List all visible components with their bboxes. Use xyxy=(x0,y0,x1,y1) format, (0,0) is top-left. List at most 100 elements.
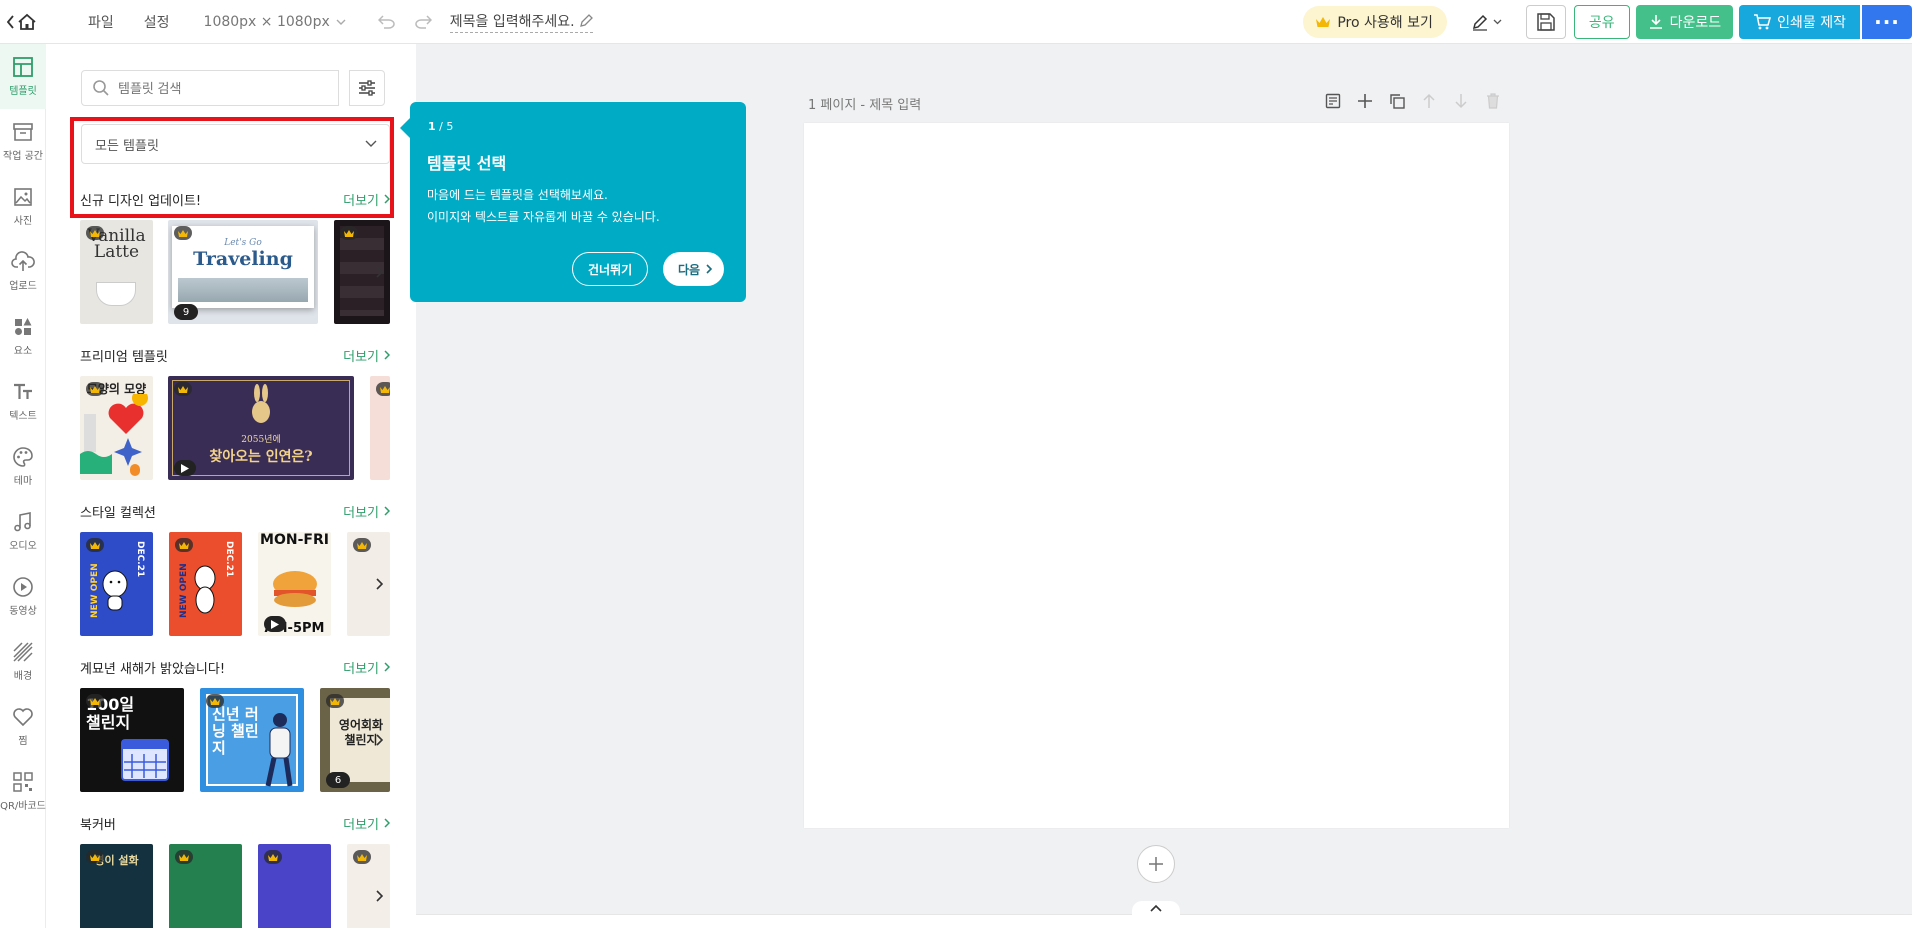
scroll-next-button[interactable] xyxy=(368,882,390,910)
see-more-link[interactable]: 더보기 xyxy=(343,658,390,677)
duplicate-page-button[interactable] xyxy=(1386,90,1408,112)
template-search-input[interactable] xyxy=(118,80,318,96)
pro-trial-button[interactable]: Pro 사용해 보기 xyxy=(1303,6,1447,38)
see-more-link[interactable]: 더보기 xyxy=(343,502,390,521)
chevron-down-icon xyxy=(365,140,377,147)
rail-item-elements[interactable]: 요소 xyxy=(0,304,46,369)
thumbnail-row: Vanilla Latte Let's Go Traveling 9 xyxy=(80,220,390,324)
rail-item-audio[interactable]: 오디오 xyxy=(0,499,46,564)
rail-item-background[interactable]: 배경 xyxy=(0,629,46,694)
rail-item-workspace[interactable]: 작업 공간 xyxy=(0,109,46,174)
character-graphic xyxy=(194,565,216,614)
scroll-next-button[interactable] xyxy=(368,726,390,754)
template-search-box[interactable] xyxy=(81,70,339,106)
template-icon xyxy=(13,57,33,77)
plus-icon xyxy=(1358,94,1372,108)
expand-pages-button[interactable] xyxy=(1132,901,1180,915)
premium-crown-badge xyxy=(326,694,344,708)
template-thumbnail[interactable]: Let's Go Traveling 9 xyxy=(168,220,318,324)
rail-item-photo[interactable]: 사진 xyxy=(0,174,46,239)
premium-crown-badge xyxy=(86,226,104,240)
section-new-designs: 신규 디자인 업데이트! 더보기 Vanilla Latte Let's Go … xyxy=(80,190,390,324)
back-home-button[interactable] xyxy=(0,0,44,44)
video-badge xyxy=(174,460,196,476)
template-thumbnail[interactable]: NEW OPEN DEC.21 xyxy=(169,532,242,636)
redo-button[interactable] xyxy=(410,9,436,35)
see-more-link[interactable]: 더보기 xyxy=(343,190,390,209)
canvas-size-value: 1080px × 1080px xyxy=(203,13,330,30)
crown-icon xyxy=(90,229,100,237)
rail-item-upload[interactable]: 업로드 xyxy=(0,239,46,304)
crown-icon xyxy=(330,697,340,705)
save-icon xyxy=(1537,13,1555,31)
template-thumbnail[interactable]: 영이 설화 xyxy=(80,844,153,928)
chevron-down-icon xyxy=(1493,19,1502,25)
template-thumbnail[interactable]: NEW OPEN DEC.21 xyxy=(80,532,153,636)
canvas-size-select[interactable]: 1080px × 1080px xyxy=(204,14,346,30)
see-more-label: 더보기 xyxy=(343,505,379,521)
print-order-button[interactable]: 인쇄물 제작 xyxy=(1739,5,1860,39)
template-thumbnail[interactable]: 2055년에 찾아오는 인연은? xyxy=(168,376,354,480)
trash-icon xyxy=(1487,93,1499,109)
download-button[interactable]: 다운로드 xyxy=(1635,5,1734,39)
section-header: 북커버 더보기 xyxy=(80,814,390,833)
save-button[interactable] xyxy=(1525,5,1566,39)
add-page-button[interactable] xyxy=(1137,845,1175,883)
undo-button[interactable] xyxy=(374,9,400,35)
undo-icon xyxy=(377,14,395,29)
thumbnail-text: Let's Go xyxy=(224,238,262,248)
template-thumbnail[interactable]: MON-FRI AM-5PM xyxy=(258,532,331,636)
template-thumbnail[interactable]: 100일 챌린지 xyxy=(80,688,184,792)
thumbnail-row: 모양의 모양 2055년에 찾아오는 인연은? xyxy=(80,376,390,480)
onboarding-tooltip: 1 / 5 템플릿 선택 마음에 드는 템플릿을 선택해보세요. 이미지와 텍스… xyxy=(400,102,746,302)
page-memo-button[interactable] xyxy=(1322,90,1344,112)
redo-icon xyxy=(415,14,432,29)
rail-label: 텍스트 xyxy=(9,411,37,422)
rail-item-favorites[interactable]: 찜 xyxy=(0,694,46,759)
template-thumbnail[interactable] xyxy=(370,376,390,480)
document-title-input[interactable]: 제목을 입력해주세요. xyxy=(449,11,593,33)
scroll-next-button[interactable] xyxy=(368,570,390,598)
rail-item-qr[interactable]: QR/바코드 xyxy=(0,759,46,824)
rail-label: 요소 xyxy=(13,346,33,357)
rail-item-text[interactable]: 텍스트 xyxy=(0,369,46,434)
thumbnail-row: NEW OPEN DEC.21 NEW OPEN DEC.21 MON-FRI … xyxy=(80,532,390,636)
section-style-collection: 스타일 컬렉션 더보기 NEW OPEN DEC.21 NEW OPEN DEC… xyxy=(80,502,390,636)
template-thumbnail[interactable] xyxy=(258,844,331,928)
rail-item-video[interactable]: 동영상 xyxy=(0,564,46,629)
share-button[interactable]: 공유 xyxy=(1573,5,1630,39)
tooltip-line: 이미지와 텍스트를 자유롭게 바꿀 수 있습니다. xyxy=(427,210,660,224)
rail-item-theme[interactable]: 테마 xyxy=(0,434,46,499)
design-canvas[interactable] xyxy=(804,123,1509,828)
template-category-select[interactable]: 모든 템플릿 xyxy=(81,124,390,164)
page-label[interactable]: 1 페이지 - 제목 입력 xyxy=(808,94,921,113)
rail-label: QR/바코드 xyxy=(0,801,46,812)
tour-next-button[interactable]: 다음 xyxy=(663,252,725,286)
delete-page-button[interactable] xyxy=(1482,90,1504,112)
crown-icon xyxy=(179,541,189,549)
chevron-right-icon xyxy=(384,350,390,360)
filter-sliders-icon xyxy=(359,80,375,96)
filter-button[interactable] xyxy=(349,70,385,106)
tour-skip-button[interactable]: 건너뛰기 xyxy=(572,252,649,286)
see-more-link[interactable]: 더보기 xyxy=(343,814,390,833)
section-title: 신규 디자인 업데이트! xyxy=(80,193,202,209)
top-bar-right: Pro 사용해 보기 공유 다운로드 인쇄물 제작 ··· xyxy=(1303,0,1912,44)
template-thumbnail[interactable]: Vanilla Latte xyxy=(80,220,153,324)
menu-file[interactable]: 파일 xyxy=(88,12,114,32)
template-thumbnail[interactable] xyxy=(169,844,242,928)
template-thumbnail[interactable]: 모양의 모양 xyxy=(80,376,153,480)
pen-icon xyxy=(1472,14,1487,31)
more-options-button[interactable]: ··· xyxy=(1862,5,1912,39)
add-page-inline-button[interactable] xyxy=(1354,90,1376,112)
rail-label: 동영상 xyxy=(9,606,37,617)
chevron-down-icon xyxy=(336,19,346,25)
move-page-up-button[interactable] xyxy=(1418,90,1440,112)
move-page-down-button[interactable] xyxy=(1450,90,1472,112)
menu-settings[interactable]: 설정 xyxy=(144,12,170,32)
template-thumbnail[interactable]: 신년 러닝 챌린지 xyxy=(200,688,304,792)
rail-item-template[interactable]: 템플릿 xyxy=(0,44,46,109)
scroll-next-button[interactable] xyxy=(368,258,390,286)
pen-mode-button[interactable] xyxy=(1471,13,1502,31)
see-more-link[interactable]: 더보기 xyxy=(343,346,390,365)
